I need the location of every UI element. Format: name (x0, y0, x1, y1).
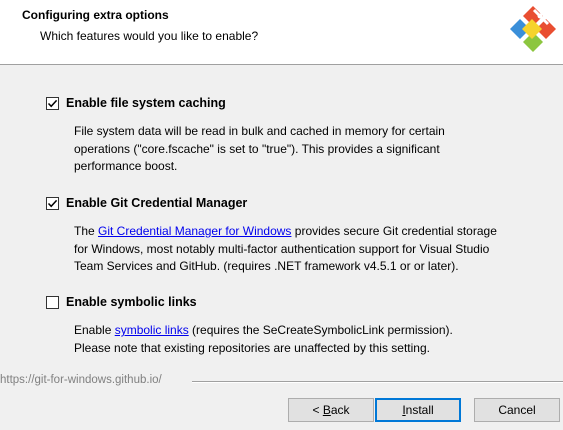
file-system-caching-label[interactable]: Enable file system caching (66, 96, 226, 110)
git-credential-manager-description: The Git Credential Manager for Windows p… (74, 223, 544, 276)
description-line: Please note that existing repositories a… (74, 340, 430, 355)
symbolic-links-label[interactable]: Enable symbolic links (66, 295, 197, 309)
description-text: Enable (74, 323, 115, 337)
back-button[interactable]: < Back (288, 398, 374, 422)
description-line: operations ("core.fscache" is set to "tr… (74, 141, 440, 156)
checkmark-icon (47, 99, 58, 108)
description-text: provides secure Git credential storage (291, 224, 497, 238)
git-credential-manager-label[interactable]: Enable Git Credential Manager (66, 196, 247, 210)
description-line: Team Services and GitHub. (requires .NET… (74, 259, 459, 273)
description-line: for Windows, most notably multi-factor a… (74, 241, 490, 256)
git-credential-manager-checkbox[interactable] (46, 197, 59, 210)
description-line: File system data will be read in bulk an… (74, 124, 445, 138)
cancel-button[interactable]: Cancel (474, 398, 560, 422)
description-text: The (74, 224, 99, 238)
page-title: Configuring extra options (22, 8, 169, 22)
file-system-caching-description: File system data will be read in bulk an… (74, 123, 544, 176)
back-button-hotkey: B (322, 403, 331, 417)
symbolic-links-link[interactable]: symbolic links (115, 323, 189, 337)
cancel-button-label: Cancel (498, 403, 536, 417)
description-line: Enable symbolic links (requires the SeCr… (74, 322, 544, 340)
back-button-prefix: < (312, 403, 323, 417)
checkmark-icon (47, 199, 58, 208)
file-system-caching-checkbox[interactable] (46, 97, 59, 110)
website-url[interactable]: https://git-for-windows.github.io/ (0, 374, 162, 386)
git-logo-icon (510, 6, 556, 52)
symbolic-links-checkbox[interactable] (46, 296, 59, 309)
description-text: (requires the SeCreateSymbolicLink permi… (188, 323, 453, 337)
install-button[interactable]: Install (375, 398, 461, 422)
description-line: performance boost. (74, 159, 178, 173)
symbolic-links-description: Enable symbolic links (requires the SeCr… (74, 322, 544, 357)
description-line: The Git Credential Manager for Windows p… (74, 223, 544, 241)
git-credential-manager-link[interactable]: Git Credential Manager for Windows (98, 224, 291, 238)
back-button-label: ack (330, 403, 350, 417)
footer-divider (192, 381, 563, 383)
wizard-header: Configuring extra options Which features… (0, 0, 563, 65)
install-button-label: nstall (405, 403, 434, 417)
page-subtitle: Which features would you like to enable? (40, 29, 259, 43)
